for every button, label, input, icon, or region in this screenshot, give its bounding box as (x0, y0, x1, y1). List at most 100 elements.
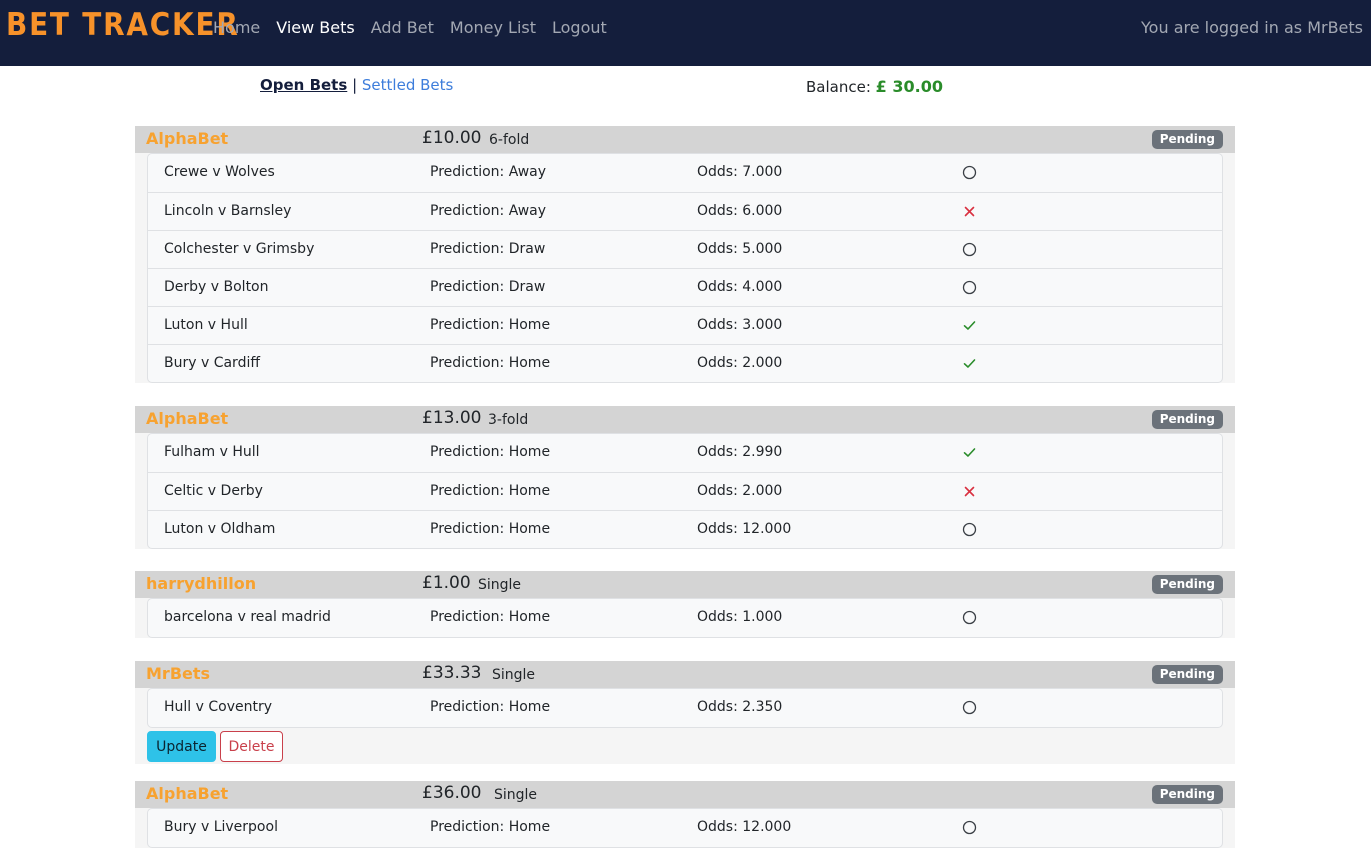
bet-leg-row: Lincoln v Barnsley Prediction: Away Odds: … (148, 192, 1222, 230)
bet-header: MrBets £33.33 Single Pending (135, 661, 1235, 688)
bet-card: AlphaBet £13.00 3-fold Pending Fulham v Hull… (135, 406, 1235, 549)
leg-prediction: Prediction: Draw (430, 241, 546, 257)
bet-card: MrBets £33.33 Single Pending Hull v Coventry… (135, 661, 1235, 764)
leg-match: Derby v Bolton (164, 279, 269, 295)
won-check-icon (962, 318, 977, 333)
bet-legs: Fulham v Hull Prediction: Home Odds: 2.990… (147, 433, 1223, 549)
leg-match: Fulham v Hull (164, 444, 260, 460)
bet-leg-row: Derby v Bolton Prediction: Draw Odds: 4.00… (148, 268, 1222, 306)
leg-prediction: Prediction: Away (430, 164, 547, 180)
pending-circle-icon (962, 700, 977, 715)
bet-tabs: Open Bets | Settled Bets (260, 76, 453, 94)
bookie-name: AlphaBet (146, 784, 229, 803)
bet-leg-row: Luton v Hull Prediction: Home Odds: 3.000 (148, 306, 1222, 344)
bookie-name: harrydhillon (146, 574, 257, 593)
bet-legs: barcelona v real madrid Prediction: Home O… (147, 598, 1223, 638)
bet-legs: Crewe v Wolves Prediction: Away Odds: 7.00… (147, 153, 1223, 383)
leg-match: Hull v Coventry (164, 699, 273, 715)
bookie-name: MrBets (146, 664, 211, 683)
login-status: You are logged in as MrBets (1141, 18, 1363, 37)
bet-leg-row: Bury v Liverpool Prediction: Home Odds: 12… (148, 809, 1222, 847)
lost-cross-icon (962, 204, 977, 219)
pending-circle-icon (962, 820, 977, 835)
leg-prediction: Prediction: Home (430, 521, 551, 537)
leg-odds: Odds: 12.000 (697, 521, 792, 537)
leg-odds: Odds: 2.350 (697, 699, 783, 715)
nav-view-bets[interactable]: View Bets (276, 18, 354, 38)
status-badge: Pending (1151, 130, 1223, 149)
leg-odds: Odds: 2.000 (697, 355, 783, 371)
bookie-name: AlphaBet (146, 409, 229, 428)
leg-odds: Odds: 12.000 (697, 819, 792, 835)
leg-prediction: Prediction: Away (430, 203, 547, 219)
nav-home[interactable]: Home (213, 18, 260, 38)
leg-match: Luton v Oldham (164, 521, 276, 537)
delete-button[interactable]: Delete (220, 731, 283, 762)
leg-match: Celtic v Derby (164, 483, 263, 499)
bet-stake: £33.33 (422, 663, 482, 683)
bet-type: 3-fold (488, 412, 529, 428)
pending-circle-icon (962, 280, 977, 295)
leg-odds: Odds: 4.000 (697, 279, 783, 295)
leg-match: Luton v Hull (164, 317, 248, 333)
tab-settled-bets[interactable]: Settled Bets (362, 76, 453, 94)
bet-header: AlphaBet £10.00 6-fold Pending (135, 126, 1235, 153)
bet-card: harrydhillon £1.00 Single Pending barcelona … (135, 571, 1235, 638)
leg-match: Bury v Cardiff (164, 355, 260, 371)
nav-add-bet[interactable]: Add Bet (371, 18, 434, 38)
status-badge: Pending (1151, 575, 1223, 594)
bookie-name: AlphaBet (146, 129, 229, 148)
balance-value: £ 30.00 (875, 77, 943, 96)
bet-legs: Bury v Liverpool Prediction: Home Odds: 12… (147, 808, 1223, 848)
bet-leg-row: Hull v Coventry Prediction: Home Odds: 2.3… (148, 689, 1222, 727)
bet-header: AlphaBet £13.00 3-fold Pending (135, 406, 1235, 433)
leg-prediction: Prediction: Home (430, 699, 551, 715)
leg-match: Crewe v Wolves (164, 164, 275, 180)
navbar: BET TRACKER Home View Bets Add Bet Money… (0, 0, 1371, 66)
pending-circle-icon (962, 165, 977, 180)
bet-leg-row: Colchester v Grimsby Prediction: Draw Odds… (148, 230, 1222, 268)
leg-match: Lincoln v Barnsley (164, 203, 292, 219)
nav-money-list[interactable]: Money List (450, 18, 536, 38)
leg-odds: Odds: 3.000 (697, 317, 783, 333)
leg-odds: Odds: 2.990 (697, 444, 783, 460)
bet-header: AlphaBet £36.00 Single Pending (135, 781, 1235, 808)
status-badge: Pending (1151, 785, 1223, 804)
bet-type: Single (492, 667, 536, 683)
bet-type: Single (494, 787, 538, 803)
leg-odds: Odds: 7.000 (697, 164, 783, 180)
bet-leg-row: barcelona v real madrid Prediction: Home O… (148, 599, 1222, 637)
bet-card: AlphaBet £36.00 Single Pending Bury v Liverp… (135, 781, 1235, 848)
brand-logo[interactable]: BET TRACKER (6, 7, 240, 43)
pending-circle-icon (962, 242, 977, 257)
status-badge: Pending (1151, 410, 1223, 429)
leg-match: barcelona v real madrid (164, 609, 331, 625)
lost-cross-icon (962, 484, 977, 499)
bet-stake: £1.00 (422, 573, 471, 593)
leg-odds: Odds: 2.000 (697, 483, 783, 499)
leg-match: Colchester v Grimsby (164, 241, 315, 257)
leg-odds: Odds: 5.000 (697, 241, 783, 257)
nav-logout[interactable]: Logout (552, 18, 607, 38)
tab-open-bets[interactable]: Open Bets (260, 76, 347, 94)
leg-match: Bury v Liverpool (164, 819, 278, 835)
bet-card: AlphaBet £10.00 6-fold Pending Crewe v Wolve… (135, 126, 1235, 383)
bet-leg-row: Luton v Oldham Prediction: Home Odds: 12.0… (148, 510, 1222, 548)
bet-stake: £13.00 (422, 408, 482, 428)
bet-stake: £10.00 (422, 128, 482, 148)
bet-leg-row: Fulham v Hull Prediction: Home Odds: 2.990 (148, 434, 1222, 472)
balance-label: Balance: (806, 78, 871, 96)
pending-circle-icon (962, 610, 977, 625)
bet-legs: Hull v Coventry Prediction: Home Odds: 2.3… (147, 688, 1223, 728)
leg-prediction: Prediction: Home (430, 483, 551, 499)
leg-prediction: Prediction: Home (430, 317, 551, 333)
status-badge: Pending (1151, 665, 1223, 684)
bet-actions: Update Delete (135, 728, 1235, 764)
update-button[interactable]: Update (147, 731, 216, 762)
won-check-icon (962, 356, 977, 371)
nav-links: Home View Bets Add Bet Money List Logout (213, 18, 623, 38)
leg-odds: Odds: 1.000 (697, 609, 783, 625)
bet-leg-row: Bury v Cardiff Prediction: Home Odds: 2.00… (148, 344, 1222, 382)
won-check-icon (962, 445, 977, 460)
leg-prediction: Prediction: Home (430, 819, 551, 835)
